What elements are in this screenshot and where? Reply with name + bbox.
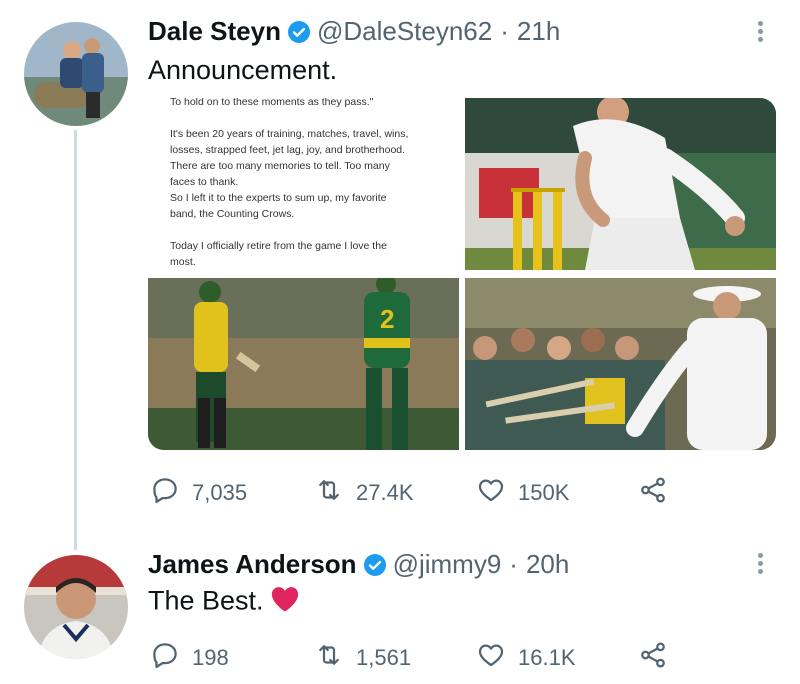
retweet-count: 27.4K	[356, 480, 414, 505]
reply-button[interactable]: 198	[150, 640, 314, 676]
user-handle[interactable]: @DaleSteyn62	[317, 16, 492, 47]
like-button[interactable]: 150K	[476, 475, 638, 511]
tweet-text: The Best.	[148, 585, 264, 616]
display-name[interactable]: Dale Steyn	[148, 16, 281, 47]
avatar-james-anderson[interactable]	[24, 555, 128, 659]
media-photo-crowd[interactable]	[465, 278, 776, 450]
media-photo-celebration[interactable]	[465, 98, 776, 270]
tweet-text: Announcement.	[148, 55, 338, 85]
share-icon	[638, 640, 668, 676]
like-icon	[476, 475, 506, 511]
verified-badge-icon	[287, 20, 311, 44]
reply-count: 198	[192, 645, 229, 670]
letter-line: There are too many memories to tell. Too…	[170, 160, 390, 172]
reply-button[interactable]: 7,035	[150, 475, 314, 511]
like-icon	[476, 640, 506, 676]
reply-icon	[150, 475, 180, 511]
letter-line: faces to thank.	[170, 176, 239, 188]
letter-line	[170, 222, 447, 238]
retweet-button[interactable]: 1,561	[314, 640, 476, 676]
letter-line: most.	[170, 256, 196, 268]
letter-line: Today I officially retire from the game …	[170, 240, 387, 252]
letter-line: To hold on to these moments as they pass…	[170, 98, 374, 108]
verified-badge-icon	[363, 553, 387, 577]
tweet-text-row: The Best.	[148, 585, 300, 620]
more-icon[interactable]	[750, 18, 770, 44]
tweet-media-grid[interactable]: To hold on to these moments as they pass…	[148, 98, 776, 450]
letter-text: To hold on to these moments as they pass…	[148, 98, 459, 270]
retweet-count: 1,561	[356, 645, 412, 670]
tweet-header: Dale Steyn @DaleSteyn62 · 21h	[148, 16, 560, 47]
like-button[interactable]: 16.1K	[476, 640, 638, 676]
thread-connector	[74, 130, 77, 550]
display-name[interactable]: James Anderson	[148, 549, 357, 580]
letter-line: losses, strapped feet, jet lag, joy, and…	[170, 144, 406, 156]
more-icon[interactable]	[750, 550, 770, 576]
retweet-icon	[314, 640, 344, 676]
share-button[interactable]	[638, 640, 668, 676]
letter-line: It's been 20 years of training, matches,…	[170, 128, 409, 140]
share-icon	[638, 475, 668, 511]
retweet-icon	[314, 475, 344, 511]
tweet-actions: 7,035 27.4K 150K	[150, 475, 668, 511]
separator-dot: ·	[500, 16, 509, 46]
tweet-header: James Anderson @jimmy9 · 20h	[148, 549, 569, 580]
separator-dot: ·	[509, 549, 518, 579]
svg-text:2: 2	[380, 304, 394, 334]
reply-count: 7,035	[192, 480, 248, 505]
timestamp[interactable]: 21h	[517, 16, 560, 47]
letter-line: band, the Counting Crows.	[170, 208, 295, 220]
user-handle[interactable]: @jimmy9	[393, 549, 502, 580]
share-button[interactable]	[638, 475, 668, 511]
letter-line	[170, 110, 447, 126]
like-count: 16.1K	[518, 645, 576, 670]
letter-line: So I left it to the experts to sum up, m…	[170, 192, 387, 204]
media-photo-odi[interactable]: 2	[148, 278, 459, 450]
red-heart-emoji	[270, 585, 300, 620]
like-count: 150K	[518, 480, 570, 505]
reply-icon	[150, 640, 180, 676]
avatar-dale-steyn[interactable]	[24, 22, 128, 126]
media-retirement-letter[interactable]: To hold on to these moments as they pass…	[148, 98, 459, 270]
timestamp[interactable]: 20h	[526, 549, 569, 580]
retweet-button[interactable]: 27.4K	[314, 475, 476, 511]
tweet-actions: 198 1,561 16.1K	[150, 640, 668, 676]
